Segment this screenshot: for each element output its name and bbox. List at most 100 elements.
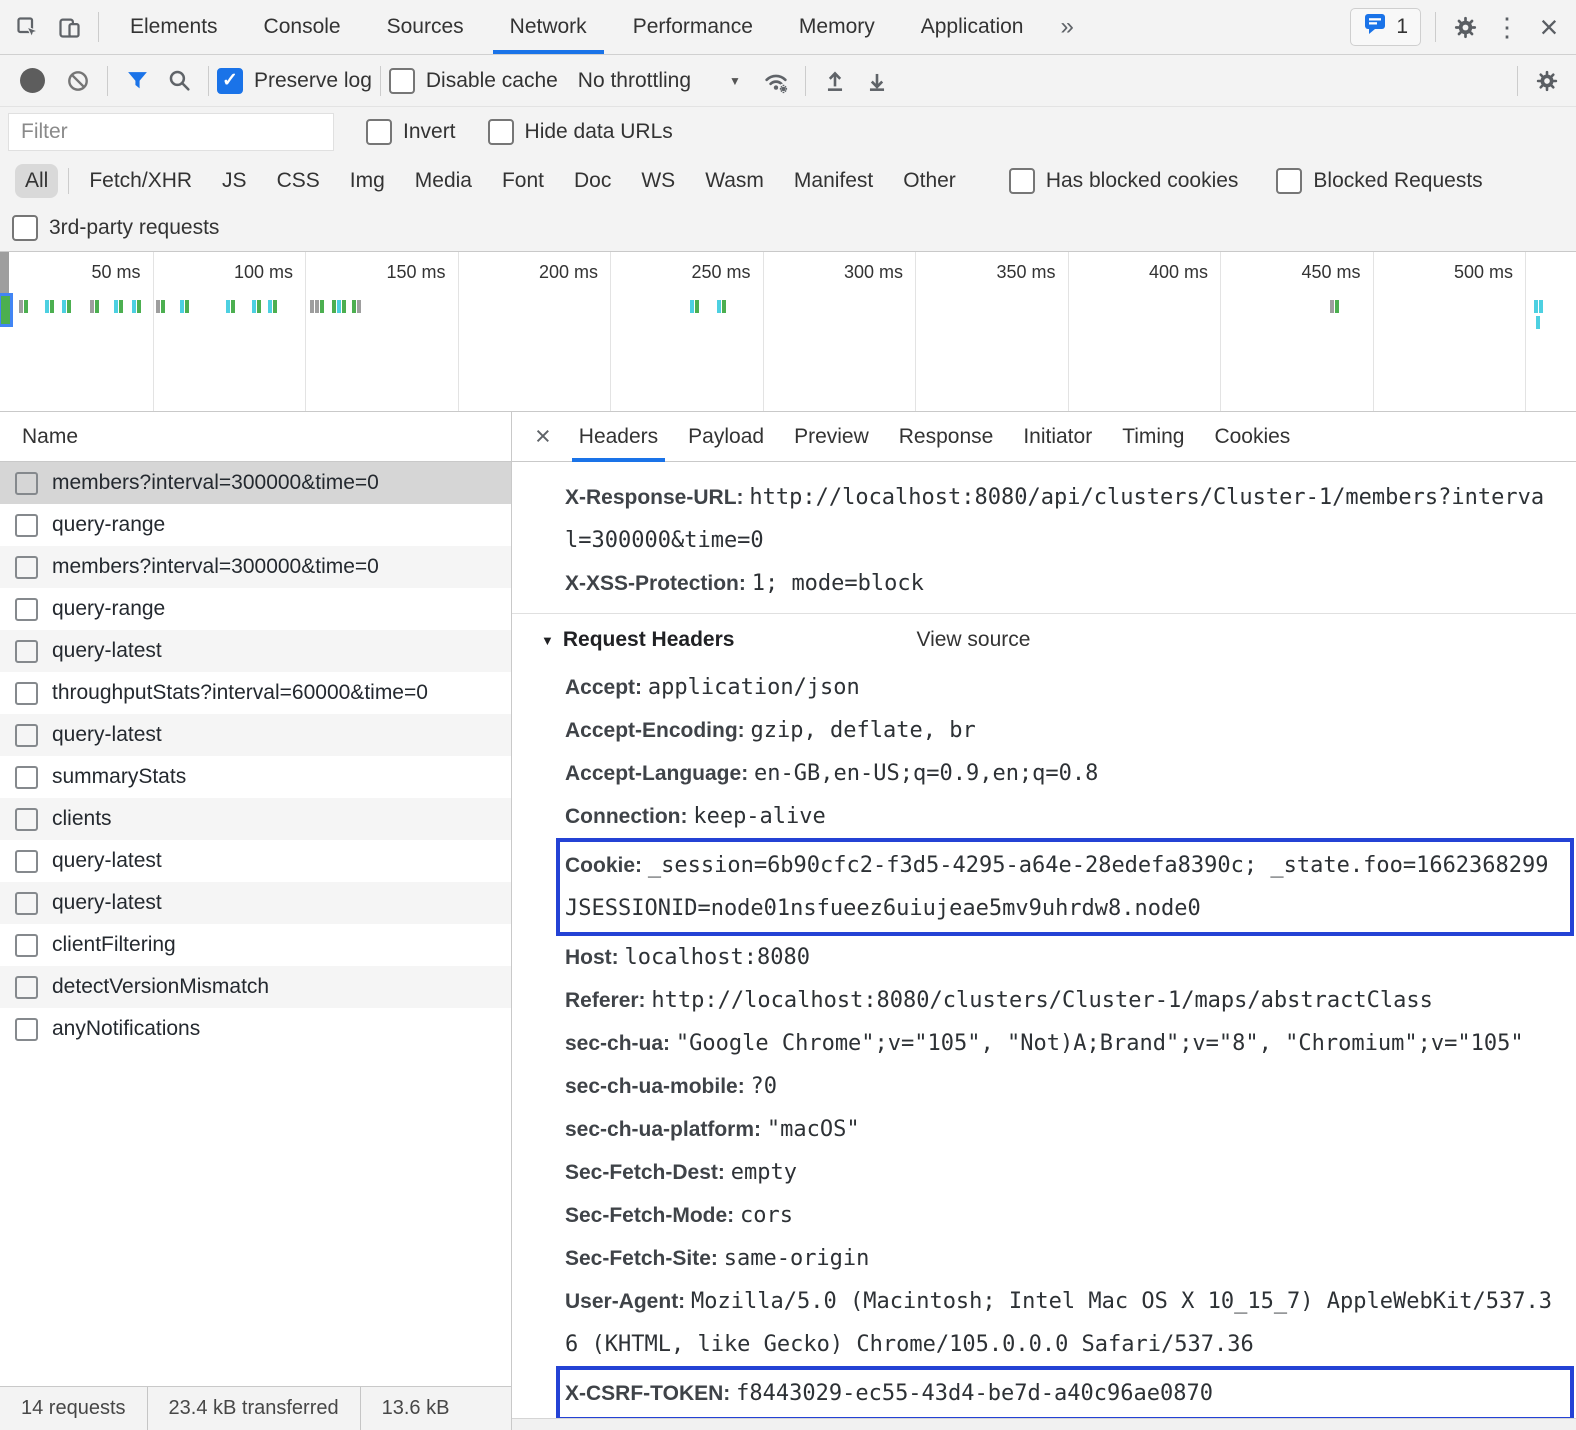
preserve-log-label: Preserve log — [254, 69, 372, 93]
preserve-log-group: Preserve log — [217, 68, 372, 94]
type-filter-other[interactable]: Other — [893, 164, 966, 198]
third-party-group: 3rd-party requests — [12, 215, 219, 241]
request-checkbox[interactable] — [15, 724, 38, 747]
detail-tab-timing[interactable]: Timing — [1107, 412, 1199, 462]
search-icon[interactable] — [158, 59, 200, 103]
detail-tab-payload[interactable]: Payload — [673, 412, 779, 462]
tab-network[interactable]: Network — [487, 0, 610, 54]
network-settings-gear-icon[interactable] — [1526, 59, 1568, 103]
header-value: keep-alive — [693, 804, 825, 829]
request-checkbox[interactable] — [15, 808, 38, 831]
hide-data-urls-checkbox[interactable] — [488, 119, 514, 145]
detail-tab-preview[interactable]: Preview — [779, 412, 884, 462]
table-row[interactable]: query-latest — [0, 630, 511, 672]
request-checkbox[interactable] — [15, 892, 38, 915]
table-row[interactable]: query-latest — [0, 714, 511, 756]
name-column-header[interactable]: Name — [0, 412, 511, 462]
type-filter-media[interactable]: Media — [405, 164, 482, 198]
filter-funnel-icon[interactable] — [116, 59, 158, 103]
blocked-requests-checkbox[interactable] — [1276, 168, 1302, 194]
table-row[interactable]: summaryStats — [0, 756, 511, 798]
type-filter-css[interactable]: CSS — [267, 164, 330, 198]
settings-gear-icon[interactable] — [1444, 5, 1486, 49]
type-filter-fetch-xhr[interactable]: Fetch/XHR — [79, 164, 202, 198]
disable-cache-group: Disable cache — [389, 68, 558, 94]
table-row[interactable]: clients — [0, 798, 511, 840]
header-value: cors — [740, 1203, 793, 1228]
table-row[interactable]: detectVersionMismatch — [0, 966, 511, 1008]
timeline-request-mark — [19, 300, 28, 313]
network-overview-timeline[interactable]: 50 ms100 ms150 ms200 ms250 ms300 ms350 m… — [0, 252, 1576, 412]
preserve-log-checkbox[interactable] — [217, 68, 243, 94]
close-devtools-icon[interactable]: × — [1528, 5, 1570, 49]
detail-tab-headers[interactable]: Headers — [564, 412, 673, 462]
request-checkbox[interactable] — [15, 766, 38, 789]
request-checkbox[interactable] — [15, 514, 38, 537]
type-filter-js[interactable]: JS — [212, 164, 257, 198]
invert-checkbox[interactable] — [366, 119, 392, 145]
throttling-select[interactable]: No throttling ▼ — [578, 69, 741, 93]
type-filter-font[interactable]: Font — [492, 164, 554, 198]
filter-input[interactable] — [8, 113, 334, 151]
table-row[interactable]: throughputStats?interval=60000&time=0 — [0, 672, 511, 714]
close-detail-icon[interactable]: × — [522, 423, 564, 450]
type-filter-doc[interactable]: Doc — [564, 164, 621, 198]
table-row[interactable]: query-latest — [0, 840, 511, 882]
type-filter-wasm[interactable]: Wasm — [695, 164, 774, 198]
third-party-checkbox[interactable] — [12, 215, 38, 241]
header-accept-encoding: Accept-Encoding: gzip, deflate, br — [512, 709, 1576, 752]
requests-list: members?interval=300000&time=0query-rang… — [0, 462, 511, 1050]
disable-cache-checkbox[interactable] — [389, 68, 415, 94]
table-row[interactable]: anyNotifications — [0, 1008, 511, 1050]
has-blocked-cookies-group: Has blocked cookies — [1009, 168, 1239, 194]
request-checkbox[interactable] — [15, 640, 38, 663]
tab-sources[interactable]: Sources — [364, 0, 487, 54]
table-row[interactable]: query-latest — [0, 882, 511, 924]
timeline-tick-label: 350 ms — [911, 262, 1056, 283]
header-key: Sec-Fetch-Mode: — [565, 1204, 734, 1227]
request-checkbox[interactable] — [15, 934, 38, 957]
request-checkbox[interactable] — [15, 1018, 38, 1041]
has-blocked-cookies-checkbox[interactable] — [1009, 168, 1035, 194]
request-checkbox[interactable] — [15, 472, 38, 495]
request-checkbox[interactable] — [15, 976, 38, 999]
header-key: Sec-Fetch-Dest: — [565, 1161, 725, 1184]
detail-tab-cookies[interactable]: Cookies — [1199, 412, 1305, 462]
request-checkbox[interactable] — [15, 850, 38, 873]
table-row[interactable]: members?interval=300000&time=0 — [0, 546, 511, 588]
tab-performance[interactable]: Performance — [610, 0, 776, 54]
request-checkbox[interactable] — [15, 556, 38, 579]
detail-tab-response[interactable]: Response — [884, 412, 1009, 462]
timeline-request-mark — [226, 300, 235, 313]
timeline-tick-label: 50 ms — [0, 262, 141, 283]
timeline-request-mark — [717, 300, 726, 313]
import-har-icon[interactable] — [814, 59, 856, 103]
detail-tab-initiator[interactable]: Initiator — [1008, 412, 1107, 462]
type-filter-manifest[interactable]: Manifest — [784, 164, 883, 198]
inspect-element-icon[interactable] — [6, 5, 48, 49]
table-row[interactable]: clientFiltering — [0, 924, 511, 966]
tab-console[interactable]: Console — [241, 0, 364, 54]
type-filter-img[interactable]: Img — [340, 164, 395, 198]
table-row[interactable]: members?interval=300000&time=0 — [0, 462, 511, 504]
timeline-request-mark — [332, 300, 346, 313]
type-filter-all[interactable]: All — [15, 164, 58, 198]
issues-button[interactable]: 1 — [1350, 8, 1421, 46]
request-checkbox[interactable] — [15, 682, 38, 705]
clear-requests-icon[interactable] — [57, 59, 99, 103]
table-row[interactable]: query-range — [0, 588, 511, 630]
tab-application[interactable]: Application — [898, 0, 1047, 54]
kebab-menu-icon[interactable]: ⋮ — [1486, 5, 1528, 49]
request-checkbox[interactable] — [15, 598, 38, 621]
view-source-link[interactable]: View source — [916, 628, 1030, 652]
tab-elements[interactable]: Elements — [107, 0, 241, 54]
device-toolbar-icon[interactable] — [48, 5, 90, 49]
network-conditions-icon[interactable] — [755, 59, 797, 103]
more-tabs-chevron[interactable]: » — [1046, 13, 1087, 41]
record-button[interactable] — [20, 68, 45, 93]
tab-memory[interactable]: Memory — [776, 0, 898, 54]
request-headers-section-header[interactable]: ▼ Request Headers View source — [512, 614, 1576, 666]
export-har-icon[interactable] — [856, 59, 898, 103]
type-filter-ws[interactable]: WS — [631, 164, 685, 198]
table-row[interactable]: query-range — [0, 504, 511, 546]
